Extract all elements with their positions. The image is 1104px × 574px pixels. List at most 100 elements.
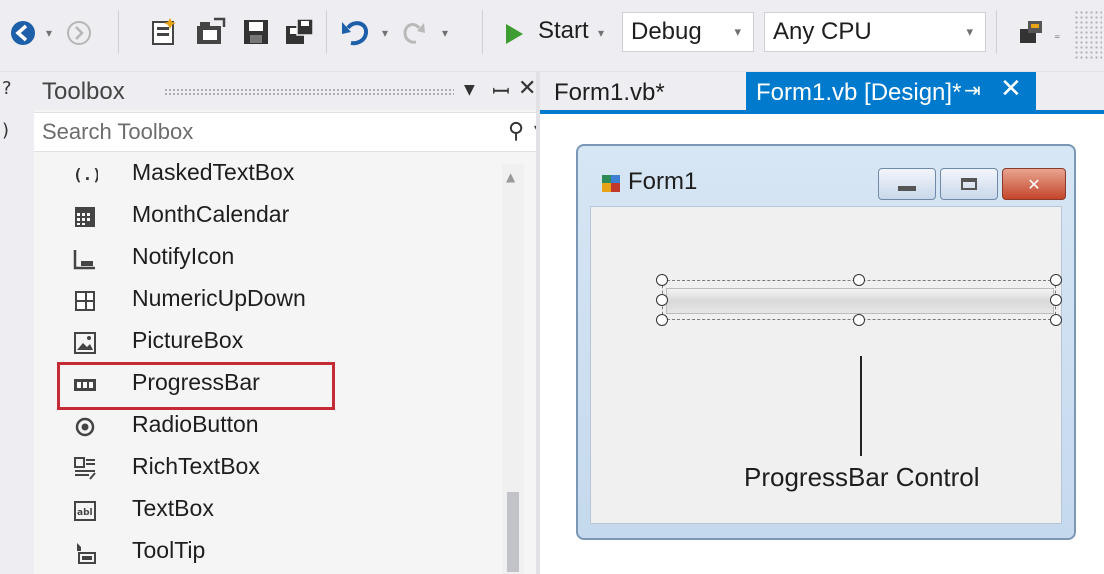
toolbox-header: Toolbox ▼ ꟷ ✕ [34,72,544,110]
search-icon[interactable]: ⚲ [508,119,524,144]
left-dock-strip: ? ) [0,72,34,574]
strip-glyph: ) [2,120,10,141]
radiobutton-icon [72,414,98,440]
pin-tab-icon[interactable]: ⇥ [964,78,981,102]
close-icon: ✕ [1027,174,1041,194]
save-all-button[interactable] [282,14,318,50]
tab-label: Form1.vb* [554,79,665,106]
progressbar-control[interactable] [666,288,1054,314]
undo-button[interactable] [336,14,376,52]
resize-handle[interactable] [656,294,668,306]
resize-handle[interactable] [1050,294,1062,306]
open-folder-icon [197,17,226,44]
pin-icon[interactable]: ꟷ [492,76,510,106]
new-project-button[interactable] [146,14,182,50]
resize-handle[interactable] [656,314,668,326]
chevron-down-icon: ▾ [734,24,741,39]
close-window-button[interactable]: ✕ [1002,168,1066,200]
tooltip-icon [72,540,98,566]
scroll-up-arrow-icon[interactable]: ▲ [506,170,515,184]
resize-handle[interactable] [1050,274,1062,286]
minimize-icon [898,185,916,191]
back-arrow-icon [11,21,35,45]
solution-platform-value: Any CPU [773,18,872,45]
progressbar-highlight-annotation [57,362,335,410]
open-file-button[interactable] [192,14,228,50]
form-title: Form1 [628,168,698,195]
strip-glyph: ? [2,78,12,99]
toolbox-item-label: ToolTip [132,537,206,563]
resize-handle[interactable] [853,314,865,326]
month-calendar-icon [72,204,98,230]
toolbox-item-tooltip[interactable]: ToolTip [34,532,504,574]
toolbox-item-maskedtextbox[interactable]: (.)- MaskedTextBox [34,154,504,196]
tab-label: Form1.vb [Design]* [756,79,962,106]
minimize-button[interactable] [878,168,936,200]
save-disk-icon [244,20,268,44]
navigate-forward-button[interactable] [64,18,94,48]
callout-line [860,356,862,456]
start-dropdown-icon[interactable]: ▾ [598,26,604,40]
toolbox-item-richtextbox[interactable]: RichTextBox [34,448,504,490]
resize-handle[interactable] [853,274,865,286]
toolbox-vertical-scrollbar[interactable]: ▲ [502,164,524,574]
toolbar-overflow-icon[interactable]: ₌ [1054,28,1060,42]
resize-handle[interactable] [656,274,668,286]
toolbox-search: ⚲ ▼ [34,112,544,152]
undo-icon [342,21,368,46]
save-button[interactable] [238,14,274,50]
toolbox-item-monthcalendar[interactable]: MonthCalendar [34,196,504,238]
toolbox-item-textbox[interactable]: abl TextBox [34,490,504,532]
forward-arrow-icon [67,21,91,45]
start-button[interactable] [500,20,528,48]
chevron-down-icon: ▾ [966,24,973,39]
notify-icon-icon [72,246,98,272]
form1-window[interactable]: Form1 ✕ ProgressBar Control [576,144,1076,540]
tab-form1-vb-design[interactable]: Form1.vb [Design]* ⇥ ✕ [746,72,1036,112]
solution-configuration-value: Debug [631,18,702,45]
undo-dropdown-icon[interactable]: ▾ [382,26,388,40]
toolbox-item-numericupdown[interactable]: NumericUpDown [34,280,504,322]
solution-configuration-combo[interactable]: Debug ▾ [622,12,754,52]
close-tab-icon[interactable]: ✕ [1000,74,1022,104]
maximize-button[interactable] [940,168,998,200]
toolbar-separator [482,10,483,54]
form-designer-surface[interactable]: Form1 ✕ ProgressBar Control [540,114,1104,574]
redo-button[interactable] [396,14,432,52]
solution-platform-combo[interactable]: Any CPU ▾ [764,12,986,52]
search-toolbox-input[interactable] [34,113,474,151]
toolbox-item-label: RadioButton [132,411,259,437]
toolbox-item-label: PictureBox [132,327,244,353]
callout-label: ProgressBar Control [744,462,980,492]
toolbox-title-grip[interactable] [164,88,454,96]
toolbox-item-picturebox[interactable]: PictureBox [34,322,504,364]
toolbox-panel: Toolbox ▼ ꟷ ✕ ⚲ ▼ (.)- MaskedTextBox [34,72,544,574]
toolbar-separator [326,10,327,54]
tab-form1-vb[interactable]: Form1.vb* [540,72,730,112]
richtextbox-icon [72,456,98,482]
toolbox-item-label: NumericUpDown [132,285,306,311]
toolbox-item-notifyicon[interactable]: NotifyIcon [34,238,504,280]
toolbox-title: Toolbox [42,78,125,105]
back-dropdown-icon[interactable]: ▾ [46,26,52,40]
picturebox-icon [72,330,98,356]
toolbox-item-label: MaskedTextBox [132,159,295,185]
svg-text:(.)-: (.)- [73,165,98,184]
window-position-dropdown-icon[interactable]: ▼ [464,82,475,98]
toolbox-item-label: NotifyIcon [132,243,235,269]
redo-dropdown-icon[interactable]: ▾ [442,26,448,40]
find-in-files-icon [1020,21,1042,43]
numeric-updown-icon [72,288,98,314]
redo-icon [403,23,425,44]
find-in-files-button[interactable] [1014,14,1050,50]
close-icon[interactable]: ✕ [518,76,536,101]
scrollbar-thumb[interactable] [507,492,519,572]
toolbar-separator [118,10,119,54]
toolbox-item-radiobutton[interactable]: RadioButton [34,406,504,448]
resize-handle[interactable] [1050,314,1062,326]
start-label[interactable]: Start [538,17,589,45]
toolbar-grip [1074,10,1102,60]
masked-textbox-icon: (.)- [72,162,98,188]
toolbox-item-label: MonthCalendar [132,201,290,227]
navigate-back-button[interactable] [8,18,38,48]
